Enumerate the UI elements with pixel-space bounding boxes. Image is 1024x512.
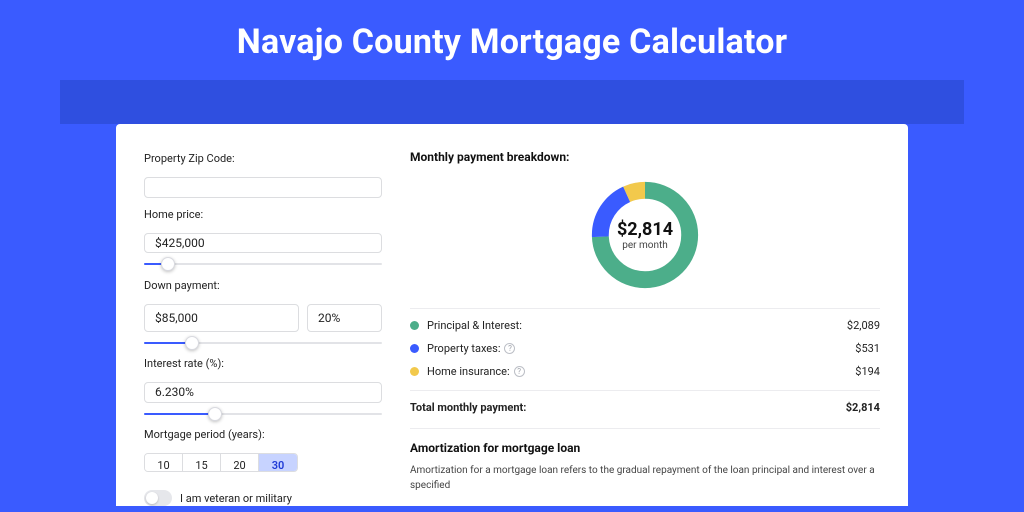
slider-thumb[interactable] [161,257,175,271]
slider-track [144,263,382,265]
donut-container: $2,814 per month [410,172,880,308]
rate-input[interactable] [144,382,382,403]
info-icon[interactable]: ? [514,366,525,377]
slider-thumb[interactable] [208,407,222,421]
legend-dot-icon [410,344,419,353]
donut-value: $2,814 [617,219,673,240]
slider-thumb[interactable] [185,336,199,350]
legend-dot-icon [410,321,419,330]
legend-row: Property taxes:? $531 [410,342,880,355]
legend-name: Property taxes: [427,342,500,355]
donut-sublabel: per month [622,240,668,251]
legend-row: Principal & Interest: $2,089 [410,319,880,332]
zip-input[interactable] [144,177,382,198]
rate-label: Interest rate (%): [144,357,382,370]
legend-name: Principal & Interest: [427,319,522,332]
period-option-15[interactable]: 15 [183,454,221,472]
zip-label: Property Zip Code: [144,152,382,165]
legend-amount: $194 [855,365,880,378]
period-option-10[interactable]: 10 [145,454,183,472]
veteran-label: I am veteran or military [180,492,292,505]
page-title: Navajo County Mortgage Calculator [0,0,1024,80]
breakdown-title: Monthly payment breakdown: [410,150,880,164]
calculator-card: Property Zip Code: Home price: Down paym… [116,124,908,506]
home-price-label: Home price: [144,208,382,221]
legend-total-row: Total monthly payment: $2,814 [410,390,880,414]
veteran-toggle[interactable] [144,490,172,506]
form-panel: Property Zip Code: Home price: Down paym… [144,150,382,506]
down-payment-label: Down payment: [144,279,382,292]
header-band [60,80,964,124]
legend: Principal & Interest: $2,089 Property taxe… [410,308,880,414]
amortization-title: Amortization for mortgage loan [410,441,880,455]
total-label: Total monthly payment: [410,401,526,414]
period-option-30[interactable]: 30 [259,454,297,472]
down-payment-input[interactable] [144,304,299,332]
home-price-input[interactable] [144,233,382,254]
period-selector: 10152030 [144,453,298,472]
home-price-slider[interactable] [144,259,382,266]
legend-amount: $2,089 [847,319,880,332]
rate-slider[interactable] [144,409,382,416]
legend-amount: $531 [855,342,880,355]
down-payment-slider[interactable] [144,338,382,345]
amortization-section: Amortization for mortgage loan Amortizat… [410,428,880,493]
info-icon[interactable]: ? [504,343,515,354]
slider-fill [144,413,215,415]
legend-dot-icon [410,367,419,376]
donut-chart: $2,814 per month [586,176,704,294]
donut-center: $2,814 per month [586,176,704,294]
total-amount: $2,814 [846,401,880,414]
breakdown-panel: Monthly payment breakdown: $2,814 per mo… [410,150,880,506]
veteran-row: I am veteran or military [144,490,382,506]
legend-row: Home insurance:? $194 [410,365,880,378]
down-payment-pct-input[interactable] [307,304,382,332]
legend-name: Home insurance: [427,365,510,378]
period-option-20[interactable]: 20 [221,454,259,472]
period-label: Mortgage period (years): [144,428,382,441]
amortization-text: Amortization for a mortgage loan refers … [410,463,880,493]
